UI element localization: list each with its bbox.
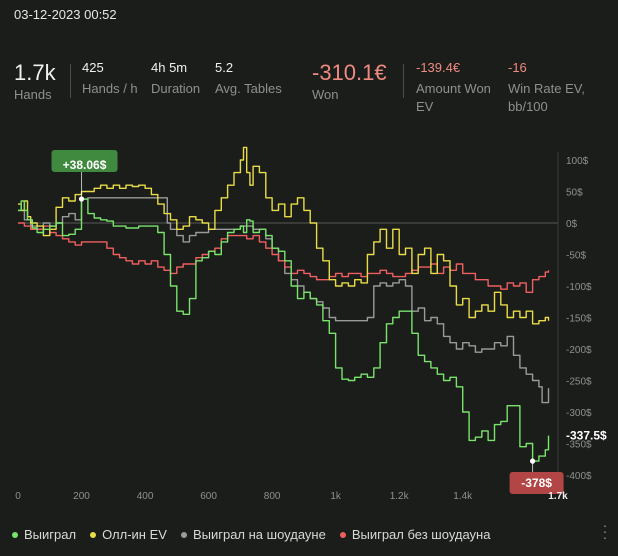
y-tick-label: -350$ <box>566 440 592 451</box>
stat-amount-won-ev-value: -139.4€ <box>416 60 461 75</box>
max-marker-dot <box>78 196 85 202</box>
y-tick-label: -250$ <box>566 377 592 388</box>
legend-swatch <box>339 531 346 538</box>
min-marker-dot <box>529 458 536 464</box>
stat-hands-per-hour: 425 Hands / h <box>82 60 138 98</box>
stats-divider <box>403 64 404 98</box>
stat-duration: 4h 5m Duration <box>151 60 200 98</box>
y-tick-label: -200$ <box>566 345 592 356</box>
y-tick-label: 100$ <box>566 156 589 167</box>
stats-divider <box>70 64 71 98</box>
x-tick-label: 400 <box>137 491 154 502</box>
stat-win-rate-ev: -16 Win Rate EV, bb/100 <box>508 60 592 116</box>
grid-layer <box>18 152 559 475</box>
stat-hands-label: Hands <box>14 87 52 102</box>
more-options-icon[interactable]: · · · <box>602 518 608 544</box>
series-layer <box>18 146 550 462</box>
max-label: +38.06$ <box>63 158 107 172</box>
y-tick-label: -400$ <box>566 471 592 482</box>
stat-hands: 1.7k Hands <box>14 60 56 104</box>
stat-hands-per-hour-value: 425 <box>82 60 104 75</box>
y-tick-label: 0$ <box>566 219 578 230</box>
y-tick-label: -50$ <box>566 251 586 262</box>
legend-swatch <box>90 531 97 538</box>
y-tick-label: 50$ <box>566 188 583 199</box>
x-tick-label: 1k <box>330 491 342 502</box>
y-tick-label: -100$ <box>566 282 592 293</box>
x-tick-label: 1.7k <box>548 491 568 502</box>
x-tick-label: 1.2k <box>390 491 410 502</box>
series-line-0 <box>18 198 550 462</box>
legend-swatch <box>12 531 18 538</box>
chart-legend: Выиграл Олл-ин EV Выиграл на шоудауне Вы… <box>12 527 490 542</box>
legend-swatch <box>180 531 187 538</box>
x-tick-label: 200 <box>73 491 90 502</box>
legend-label: Выиграл без шоудауна <box>351 527 491 542</box>
stat-amount-won-ev-label: Amount Won EV <box>416 81 491 114</box>
stat-won: -310.1€ Won <box>312 60 387 104</box>
stat-won-label: Won <box>312 87 339 102</box>
x-tick-label: 0 <box>15 491 21 502</box>
y-tick-label: -300$ <box>566 408 592 419</box>
y-tick-label: -150$ <box>566 314 592 325</box>
profit-chart[interactable]: +38.06$-378$-337.5$ 100$50$0$-50$-100$-1… <box>0 140 618 512</box>
min-label: -378$ <box>521 476 552 490</box>
legend-item-non-showdown[interactable]: Выиграл без шоудауна <box>339 527 491 542</box>
stat-hands-value: 1.7k <box>14 60 56 85</box>
series-line-3 <box>18 222 550 293</box>
x-tick-label: 800 <box>264 491 281 502</box>
stat-won-value: -310.1€ <box>312 60 387 85</box>
legend-item-showdown[interactable]: Выиграл на шоудауне <box>180 527 326 542</box>
stat-amount-won-ev: -139.4€ Amount Won EV <box>416 60 500 116</box>
legend-item-won[interactable]: Выиграл <box>12 527 76 542</box>
session-date: 03-12-2023 00:52 <box>14 7 117 22</box>
legend-item-allin-ev[interactable]: Олл-ин EV <box>90 527 167 542</box>
stat-duration-label: Duration <box>151 81 201 96</box>
stat-avg-tables-label: Avg. Tables <box>215 81 282 96</box>
stat-avg-tables: 5.2 Avg. Tables <box>215 60 282 98</box>
legend-label: Олл-ин EV <box>102 527 167 542</box>
stat-avg-tables-value: 5.2 <box>215 60 234 75</box>
legend-label: Выиграл на шоудауне <box>192 527 326 542</box>
stat-hands-per-hour-label: Hands / h <box>82 81 138 96</box>
series-line-1 <box>18 146 550 325</box>
x-tick-label: 1.4k <box>453 491 473 502</box>
stat-win-rate-ev-label: Win Rate EV, bb/100 <box>508 81 585 114</box>
legend-label: Выиграл <box>24 527 77 542</box>
stat-duration-value: 4h 5m <box>151 60 188 75</box>
stat-win-rate-ev-value: -16 <box>508 60 527 75</box>
x-tick-label: 600 <box>200 491 217 502</box>
